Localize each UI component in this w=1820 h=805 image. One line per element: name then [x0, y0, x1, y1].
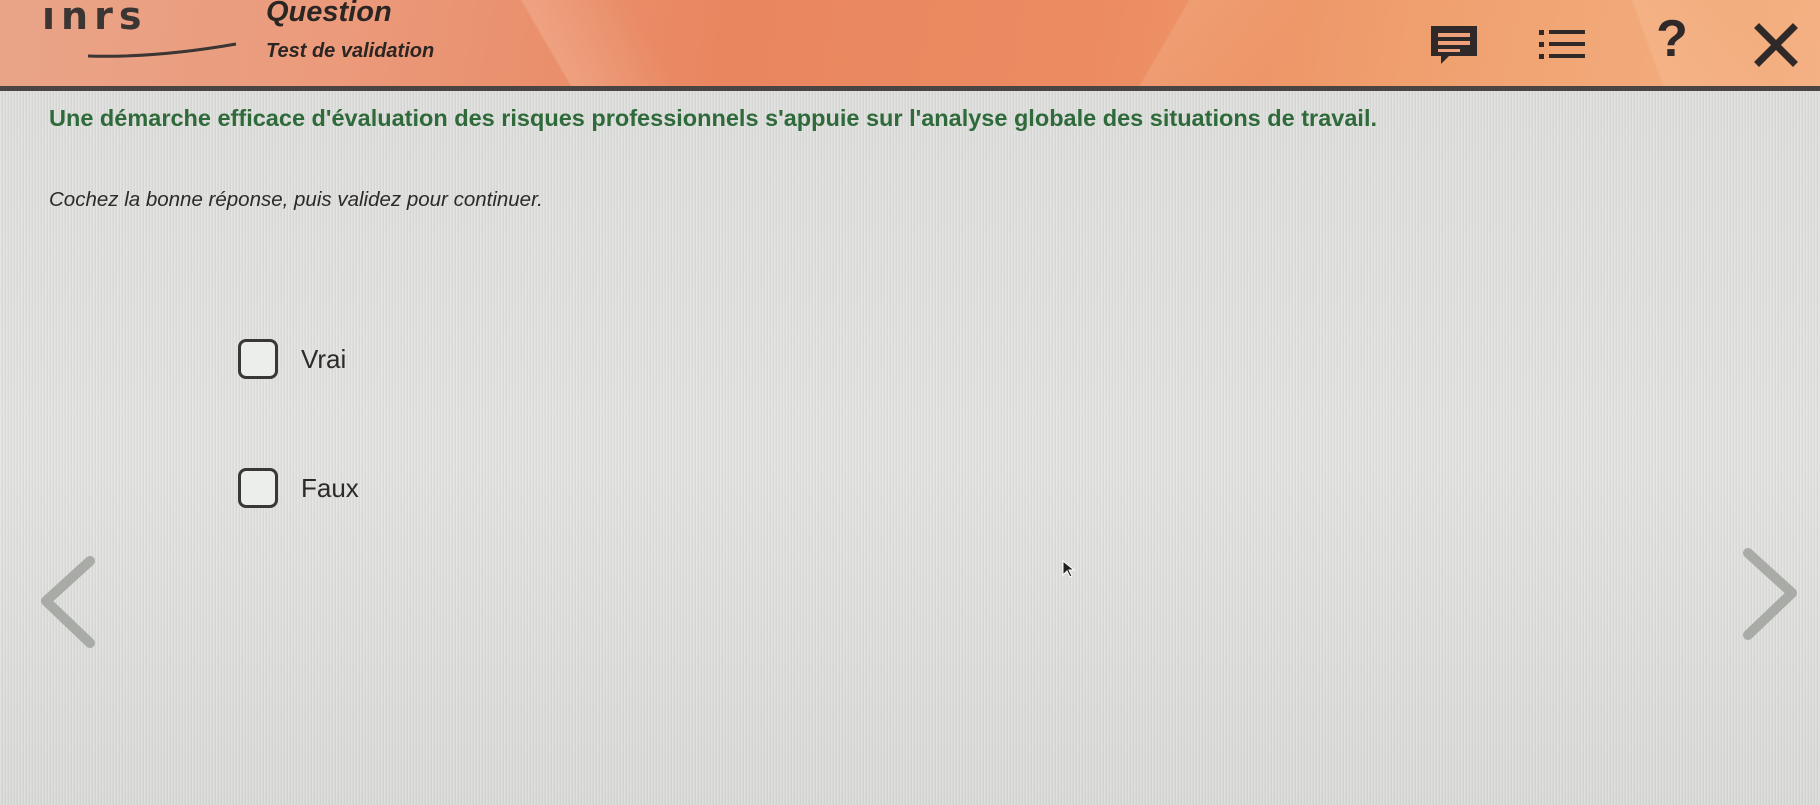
help-button[interactable]: ?: [1650, 10, 1694, 68]
next-button[interactable]: [1734, 543, 1804, 663]
instruction-text: Cochez la bonne réponse, puis validez po…: [49, 188, 543, 211]
chevron-right-icon: [1743, 548, 1797, 640]
header-decoration: [430, 0, 690, 86]
logo-swoosh-icon: [87, 42, 237, 58]
menu-list-icon: [1539, 30, 1585, 59]
inrs-logo: ınrs: [42, 0, 148, 38]
page-title: Question: [266, 0, 392, 28]
option-faux[interactable]: Faux: [238, 468, 359, 508]
previous-button[interactable]: [34, 551, 104, 671]
question-text: Une démarche efficace d'évaluation des r…: [49, 105, 1378, 131]
page-subtitle: Test de validation: [266, 40, 435, 62]
menu-button[interactable]: [1534, 20, 1590, 70]
question-panel: Une démarche efficace d'évaluation des r…: [0, 91, 1820, 805]
checkbox-faux[interactable]: [238, 468, 278, 508]
close-button[interactable]: [1748, 20, 1804, 70]
option-vrai[interactable]: Vrai: [238, 339, 346, 379]
mouse-cursor-icon: [1062, 560, 1076, 578]
option-label-faux: Faux: [301, 472, 359, 503]
help-icon: ?: [1656, 10, 1688, 68]
transcript-icon: [1431, 26, 1477, 64]
checkbox-vrai[interactable]: [238, 339, 278, 379]
header-decoration: [1080, 0, 1300, 86]
chevron-left-icon: [41, 556, 95, 648]
transcript-button[interactable]: [1424, 20, 1484, 70]
option-label-vrai: Vrai: [301, 343, 347, 374]
close-icon: [1754, 23, 1798, 67]
header-bar: ınrs Question Test de validation ?: [0, 0, 1820, 86]
